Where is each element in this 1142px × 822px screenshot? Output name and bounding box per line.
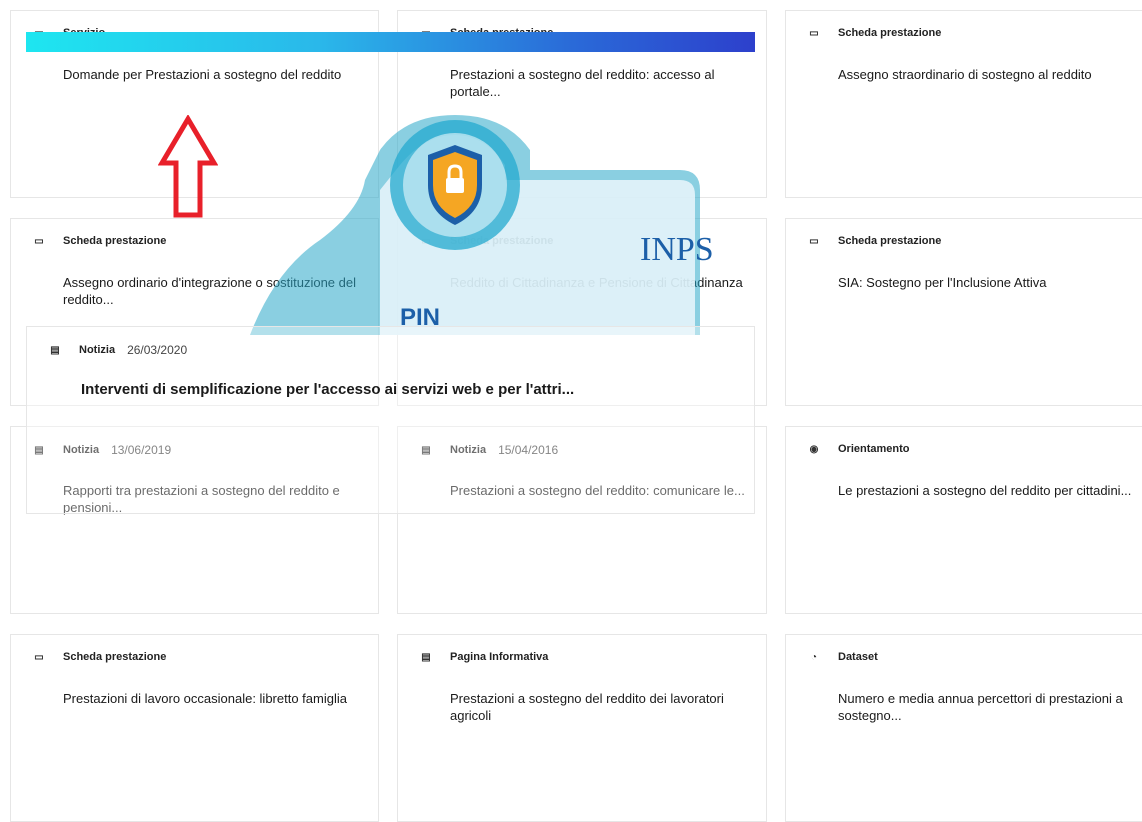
card-title[interactable]: Le prestazioni a sostegno del reddito pe… [838,482,1138,499]
card-type: Dataset [838,651,878,663]
lock-icon: ▭ [34,235,44,247]
card-title[interactable]: SIA: Sostegno per l'Inclusione Attiva [838,274,1138,291]
card-type: Scheda prestazione [63,651,167,663]
card-title[interactable]: Assegno straordinario di sostegno al red… [838,66,1138,83]
card-date: 26/03/2020 [127,343,188,357]
card-orientamento[interactable]: ◉ Orientamento Le prestazioni a sostegno … [785,426,1142,614]
card-title[interactable]: Domande per Prestazioni a sostegno del r… [63,66,363,83]
compass-icon: ◉ [809,443,819,455]
card-type: Scheda prestazione [450,235,554,247]
card-type: Scheda prestazione [838,27,942,39]
lock-icon: ▭ [421,235,431,247]
card-type: Notizia [79,344,116,356]
card-type: Pagina Informativa [450,651,549,663]
card-type: Scheda prestazione [838,235,942,247]
card-title[interactable]: Prestazioni a sostegno del reddito: acce… [450,66,750,100]
lock-icon: ▭ [809,27,819,39]
card-title[interactable]: Numero e media annua percettori di prest… [838,690,1138,724]
card-scheda-libretto-famiglia[interactable]: ▭ Scheda prestazione Prestazioni di lavor… [10,634,379,822]
lock-icon: ▭ [809,235,819,247]
gradient-banner [26,32,755,52]
news-title[interactable]: Interventi di semplificazione per l'acce… [81,381,574,398]
card-title[interactable]: Prestazioni a sostegno del reddito dei l… [450,690,750,724]
card-title[interactable]: Reddito di Cittadinanza e Pensione di Ci… [450,274,750,291]
card-dataset-percettori[interactable]: ◔ Dataset Numero e media annua percettori… [785,634,1142,822]
red-up-arrow-icon [158,115,218,218]
overlay-news-card[interactable]: ▤ Notizia 26/03/2020 Interventi di semplif… [26,326,755,514]
lock-icon: ▭ [34,651,44,663]
pie-chart-icon: ◔ [810,651,818,663]
card-pagina-lavoratori-agricoli[interactable]: ▤ Pagina Informativa Prestazioni a sosteg… [397,634,767,822]
card-title[interactable]: Assegno ordinario d'integrazione o sosti… [63,274,363,308]
card-scheda-assegno-straordinario[interactable]: ▭ Scheda prestazione Assegno straordinari… [785,10,1142,198]
card-type: Scheda prestazione [63,235,167,247]
card-scheda-sia[interactable]: ▭ Scheda prestazione SIA: Sostegno per l'… [785,218,1142,406]
card-title[interactable]: Prestazioni di lavoro occasionale: libre… [63,690,363,707]
card-type: Orientamento [838,443,910,455]
document-icon: ▤ [421,651,431,663]
newspaper-icon: ▤ [50,344,60,356]
